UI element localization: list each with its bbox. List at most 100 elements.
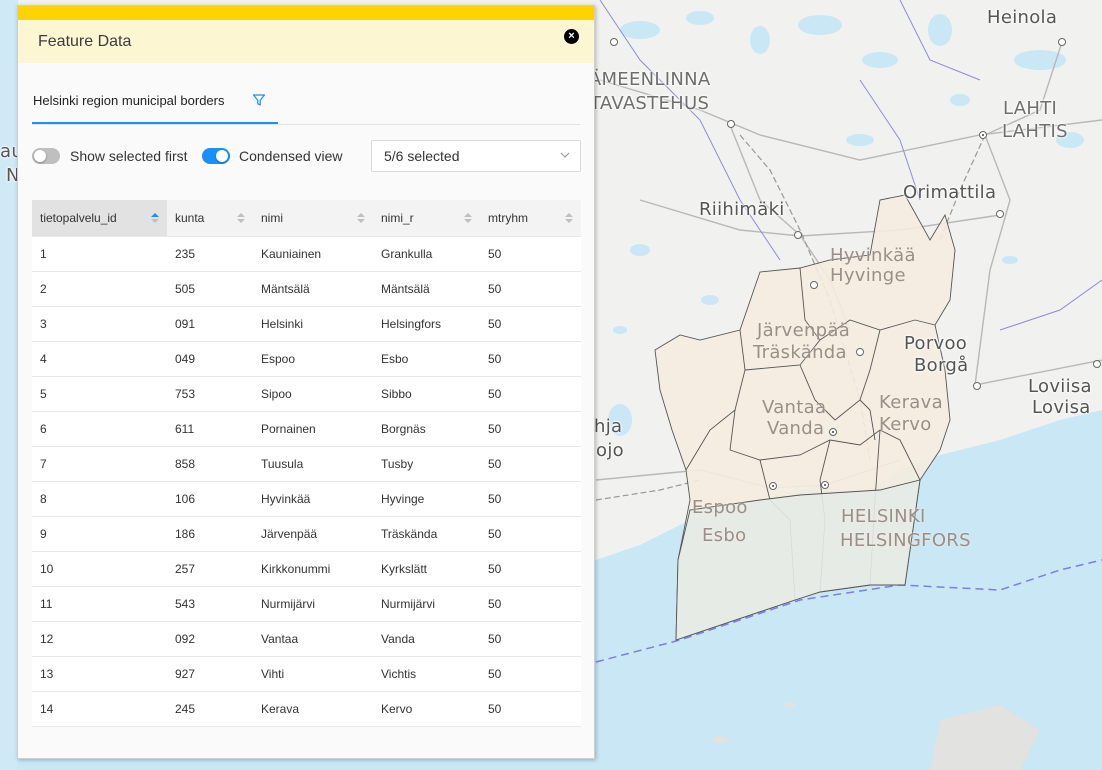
- table-row[interactable]: 3 091 Helsinki Helsingfors 50: [32, 306, 581, 342]
- column-header-tietopalvelu_id[interactable]: tietopalvelu_id: [32, 200, 167, 237]
- table-cell-tietopalvelu_id: 1: [32, 236, 167, 272]
- tab-label: Helsinki region municipal borders: [33, 93, 225, 108]
- table-row[interactable]: 13 927 Vihti Vichtis 50: [32, 656, 581, 692]
- table-cell-kunta: 927: [167, 656, 253, 692]
- table-cell-kunta: 106: [167, 481, 253, 517]
- map-label: Porvoo: [904, 333, 968, 354]
- table-row[interactable]: 8 106 Hyvinkää Hyvinge 50: [32, 481, 581, 517]
- table-cell-mtryhm: 50: [480, 516, 581, 552]
- table-cell-kunta: 091: [167, 306, 253, 342]
- table-cell-nimi: Helsinki: [253, 306, 373, 342]
- flyout-drag-bar[interactable]: [18, 6, 594, 20]
- table-cell-nimi: Vantaa: [253, 621, 373, 657]
- table-row[interactable]: 1 235 Kauniainen Grankulla 50: [32, 236, 581, 272]
- show-selected-first-label: Show selected first: [70, 148, 188, 164]
- table-cell-mtryhm: 50: [480, 621, 581, 657]
- table-row[interactable]: 4 049 Espoo Esbo 50: [32, 341, 581, 377]
- condensed-view-label: Condensed view: [239, 148, 343, 164]
- table-row[interactable]: 5 753 Sipoo Sibbo 50: [32, 376, 581, 412]
- map-label: HELSINGFORS: [840, 530, 971, 551]
- sort-icon[interactable]: [464, 211, 472, 225]
- map-label: TAVASTEHUS: [590, 93, 710, 114]
- table-cell-mtryhm: 50: [480, 236, 581, 272]
- city-marker: [973, 382, 981, 390]
- table-cell-nimi: Pornainen: [253, 411, 373, 447]
- table-cell-mtryhm: 50: [480, 271, 581, 307]
- sort-icon[interactable]: [565, 211, 573, 225]
- feature-data-flyout: Feature Data × Helsinki region municipal…: [17, 5, 595, 759]
- table-cell-mtryhm: 50: [480, 341, 581, 377]
- map-label: Järvenpää: [757, 320, 851, 341]
- table-cell-kunta: 505: [167, 271, 253, 307]
- toggle-knob: [34, 150, 46, 162]
- sort-icon[interactable]: [357, 211, 365, 225]
- column-header-mtryhm[interactable]: mtryhm: [480, 200, 581, 237]
- table-cell-nimi_r: Helsingfors: [373, 306, 480, 342]
- map-label: ojo: [596, 440, 624, 461]
- table-cell-nimi_r: Grankulla: [373, 236, 480, 272]
- table-row[interactable]: 6 611 Pornainen Borgnäs 50: [32, 411, 581, 447]
- map-label: Loviisa: [1028, 376, 1092, 397]
- map-label: Hyvinge: [830, 265, 906, 286]
- column-header-nimi[interactable]: nimi: [253, 200, 373, 237]
- table-cell-kunta: 049: [167, 341, 253, 377]
- table-cell-nimi_r: Tusby: [373, 446, 480, 482]
- map-label: hja: [594, 416, 623, 437]
- table-cell-nimi_r: Sibbo: [373, 376, 480, 412]
- table-body: 1 235 Kauniainen Grankulla 50 2 505 Mäntsälä Män…: [32, 236, 581, 727]
- table-cell-kunta: 858: [167, 446, 253, 482]
- close-icon[interactable]: ×: [564, 29, 579, 44]
- table-row[interactable]: 12 092 Vantaa Vanda 50: [32, 621, 581, 657]
- table-cell-nimi: Tuusula: [253, 446, 373, 482]
- table-cell-nimi_r: Nurmijärvi: [373, 586, 480, 622]
- city-marker: [996, 210, 1004, 218]
- table-cell-mtryhm: 50: [480, 481, 581, 517]
- column-header-label: kunta: [175, 211, 205, 225]
- table-row[interactable]: 9 186 Järvenpää Träskända 50: [32, 516, 581, 552]
- sort-icon[interactable]: [237, 211, 245, 225]
- table-cell-nimi: Kerava: [253, 691, 373, 727]
- city-marker: [979, 131, 987, 139]
- column-header-label: mtryhm: [488, 211, 528, 225]
- map-label: Hyvinkää: [830, 245, 916, 266]
- table-row[interactable]: 7 858 Tuusula Tusby 50: [32, 446, 581, 482]
- table-row[interactable]: 14 245 Kerava Kervo 50: [32, 691, 581, 727]
- table-cell-nimi_r: Vanda: [373, 621, 480, 657]
- table-controls: Show selected first Condensed view 5/6 s…: [32, 139, 581, 175]
- map-label: HÄMEENLINNA: [575, 69, 711, 90]
- table-row[interactable]: 10 257 Kirkkonummi Kyrkslätt 50: [32, 551, 581, 587]
- filter-icon[interactable]: [252, 93, 266, 107]
- table-cell-kunta: 186: [167, 516, 253, 552]
- table-row[interactable]: 2 505 Mäntsälä Mäntsälä 50: [32, 271, 581, 307]
- map-label: Vanda: [767, 418, 825, 439]
- table-cell-kunta: 543: [167, 586, 253, 622]
- feature-table: tietopalvelu_id kunta nimi nimi_r mtryhm 1 23…: [32, 200, 581, 727]
- condensed-view-toggle[interactable]: [202, 148, 230, 164]
- sort-icon[interactable]: [151, 211, 159, 225]
- city-marker: [856, 348, 864, 356]
- columns-select[interactable]: 5/6 selected: [371, 140, 581, 172]
- table-cell-nimi_r: Kyrkslätt: [373, 551, 480, 587]
- table-cell-tietopalvelu_id: 6: [32, 411, 167, 447]
- table-cell-mtryhm: 50: [480, 656, 581, 692]
- city-marker: [821, 481, 829, 489]
- table-cell-mtryhm: 50: [480, 376, 581, 412]
- table-cell-nimi: Nurmijärvi: [253, 586, 373, 622]
- city-marker: [829, 428, 837, 436]
- table-cell-nimi: Sipoo: [253, 376, 373, 412]
- table-row[interactable]: 11 543 Nurmijärvi Nurmijärvi 50: [32, 586, 581, 622]
- table-cell-tietopalvelu_id: 7: [32, 446, 167, 482]
- tab-helsinki-region-municipal-borders[interactable]: Helsinki region municipal borders: [32, 84, 278, 124]
- table-cell-tietopalvelu_id: 11: [32, 586, 167, 622]
- column-header-label: nimi_r: [381, 211, 414, 225]
- show-selected-first-toggle[interactable]: [32, 148, 60, 164]
- chevron-down-icon: [560, 152, 570, 158]
- map-label: Vantaa: [762, 397, 827, 418]
- column-header-label: nimi: [261, 211, 284, 225]
- table-cell-tietopalvelu_id: 4: [32, 341, 167, 377]
- column-header-nimi_r[interactable]: nimi_r: [373, 200, 480, 237]
- table-cell-nimi_r: Träskända: [373, 516, 480, 552]
- table-cell-mtryhm: 50: [480, 551, 581, 587]
- city-marker: [1058, 38, 1066, 46]
- column-header-kunta[interactable]: kunta: [167, 200, 253, 237]
